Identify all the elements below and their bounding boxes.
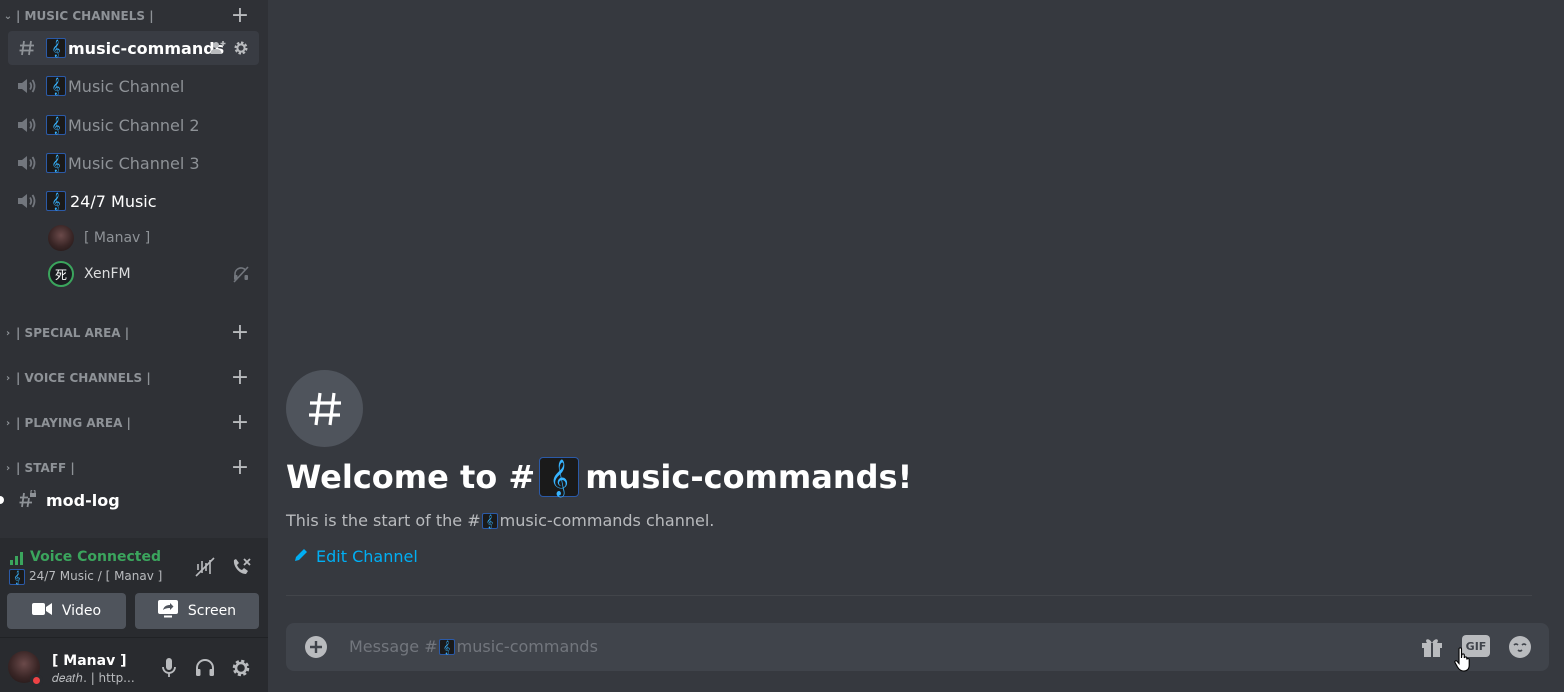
screen-share-button[interactable]: Screen: [135, 593, 259, 629]
treble-clef-emoji: 𝄞: [46, 115, 66, 135]
locked-text-channel-icon: [8, 490, 46, 510]
channel-name: 24/7 Music: [70, 191, 157, 211]
channel-music-channel-2[interactable]: 𝄞 Music Channel 2: [8, 108, 259, 142]
microphone-icon[interactable]: [157, 656, 181, 680]
channel-sidebar: ⌄ | MUSIC CHANNELS | + 𝄞 music-commands …: [0, 0, 268, 692]
chevron-right-icon: ›: [5, 417, 11, 429]
custom-status: 𝑑𝑒𝑎𝑡ℎ. | http...: [52, 671, 135, 685]
voice-user-name: XenFM: [84, 266, 131, 282]
welcome-subtitle: This is the start of the # 𝄞 music-command…: [286, 511, 714, 530]
channel-name: mod-log: [46, 490, 120, 510]
unread-indicator: [0, 496, 4, 504]
treble-clef-emoji: 𝄞: [46, 153, 66, 173]
channel-name: Music Channel 2: [68, 115, 200, 135]
chevron-right-icon: ›: [5, 462, 11, 474]
speaker-icon: [8, 116, 46, 134]
category-playing-area[interactable]: › | PLAYING AREA | +: [0, 412, 268, 434]
screen-share-icon: [157, 600, 178, 622]
message-input[interactable]: Message # 𝄞 music-commands: [349, 637, 1399, 656]
voice-user-xenfm[interactable]: 死 XenFM: [48, 260, 131, 288]
voice-user-name: [ Manav ]: [84, 230, 151, 246]
voice-location[interactable]: 24/7 Music / [ Manav ]: [29, 569, 162, 583]
category-label: | SPECIAL AREA |: [16, 326, 130, 340]
headphones-icon[interactable]: [193, 656, 217, 680]
create-invite-icon[interactable]: [210, 40, 226, 60]
chevron-right-icon: ›: [5, 327, 11, 339]
welcome-title-prefix: Welcome to #: [286, 458, 536, 496]
welcome-title: Welcome to # 𝄞 music-commands!: [286, 457, 912, 497]
gear-icon[interactable]: [233, 40, 249, 60]
gift-icon[interactable]: [1419, 634, 1445, 660]
chat-area: Welcome to # 𝄞 music-commands! This is the…: [268, 0, 1564, 692]
channel-music-commands[interactable]: 𝄞 music-commands: [8, 31, 259, 65]
server-deafened-icon: [232, 265, 250, 287]
treble-clef-emoji: 𝄞: [539, 457, 580, 497]
text-channel-icon: [8, 38, 46, 58]
treble-clef-emoji: 𝄞: [46, 38, 66, 58]
category-staff[interactable]: › | STAFF | +: [0, 457, 268, 479]
treble-clef-emoji: 𝄞: [9, 569, 25, 585]
dnd-status-icon: [30, 674, 43, 687]
category-label: | MUSIC CHANNELS |: [16, 9, 154, 23]
placeholder-prefix: Message #: [349, 637, 438, 656]
hash-icon: [308, 392, 341, 425]
category-label: | PLAYING AREA |: [16, 416, 131, 430]
username[interactable]: [ Manav ]: [52, 653, 126, 669]
speaker-icon: [8, 77, 46, 95]
treble-clef-emoji: 𝄞: [46, 191, 66, 211]
video-button[interactable]: Video: [7, 593, 126, 629]
voice-status[interactable]: Voice Connected: [30, 549, 161, 565]
chevron-down-icon: ⌄: [3, 10, 13, 22]
edit-channel-link[interactable]: Edit Channel: [294, 547, 418, 566]
user-panel: [ Manav ] 𝑑𝑒𝑎𝑡ℎ. | http...: [0, 638, 268, 692]
welcome-subtitle-prefix: This is the start of the #: [286, 511, 481, 530]
pencil-icon: [294, 547, 308, 566]
channel-24-7-music[interactable]: 𝄞 24/7 Music: [8, 184, 259, 218]
attach-plus-icon[interactable]: [304, 635, 328, 659]
speaker-icon: [8, 154, 46, 172]
avatar: [48, 225, 74, 251]
user-settings-icon[interactable]: [229, 656, 253, 680]
channel-hash-badge: [286, 370, 363, 447]
channel-name: Music Channel: [68, 76, 185, 96]
avatar: 死: [48, 261, 74, 287]
connection-signal-icon: [9, 550, 25, 569]
channel-mod-log[interactable]: mod-log: [8, 483, 259, 517]
welcome-title-channel: music-commands!: [585, 458, 913, 496]
category-special-area[interactable]: › | SPECIAL AREA | +: [0, 322, 268, 344]
speaker-icon: [8, 192, 46, 210]
voice-user-manav[interactable]: [ Manav ]: [48, 224, 150, 252]
channel-music-channel[interactable]: 𝄞 Music Channel: [8, 69, 259, 103]
placeholder-channel: music-commands: [456, 637, 598, 656]
camera-icon: [31, 602, 52, 620]
create-channel-icon[interactable]: +: [230, 322, 250, 344]
create-channel-icon[interactable]: +: [230, 5, 250, 27]
divider: [286, 595, 1532, 596]
channel-music-channel-3[interactable]: 𝄞 Music Channel 3: [8, 146, 259, 180]
chevron-right-icon: ›: [5, 372, 11, 384]
screen-label: Screen: [187, 603, 237, 619]
category-label: | VOICE CHANNELS |: [16, 371, 151, 385]
emoji-picker-icon[interactable]: [1507, 634, 1533, 660]
category-music-channels[interactable]: ⌄ | MUSIC CHANNELS | +: [0, 5, 268, 27]
channel-name: music-commands: [68, 38, 225, 58]
category-label: | STAFF |: [16, 461, 75, 475]
category-voice-channels[interactable]: › | VOICE CHANNELS | +: [0, 367, 268, 389]
noise-suppression-icon[interactable]: [193, 555, 217, 579]
message-composer: Message # 𝄞 music-commands GIF: [286, 623, 1549, 671]
edit-channel-label: Edit Channel: [316, 547, 418, 566]
create-channel-icon[interactable]: +: [230, 367, 250, 389]
treble-clef-emoji: 𝄞: [481, 512, 498, 529]
create-channel-icon[interactable]: +: [230, 412, 250, 434]
channel-name: Music Channel 3: [68, 153, 200, 173]
treble-clef-emoji: 𝄞: [46, 76, 66, 96]
treble-clef-emoji: 𝄞: [438, 638, 455, 655]
video-label: Video: [61, 603, 102, 619]
hand-cursor-icon: [1454, 647, 1472, 677]
create-channel-icon[interactable]: +: [230, 457, 250, 479]
welcome-subtitle-suffix: music-commands channel.: [499, 511, 715, 530]
disconnect-icon[interactable]: [229, 555, 253, 579]
